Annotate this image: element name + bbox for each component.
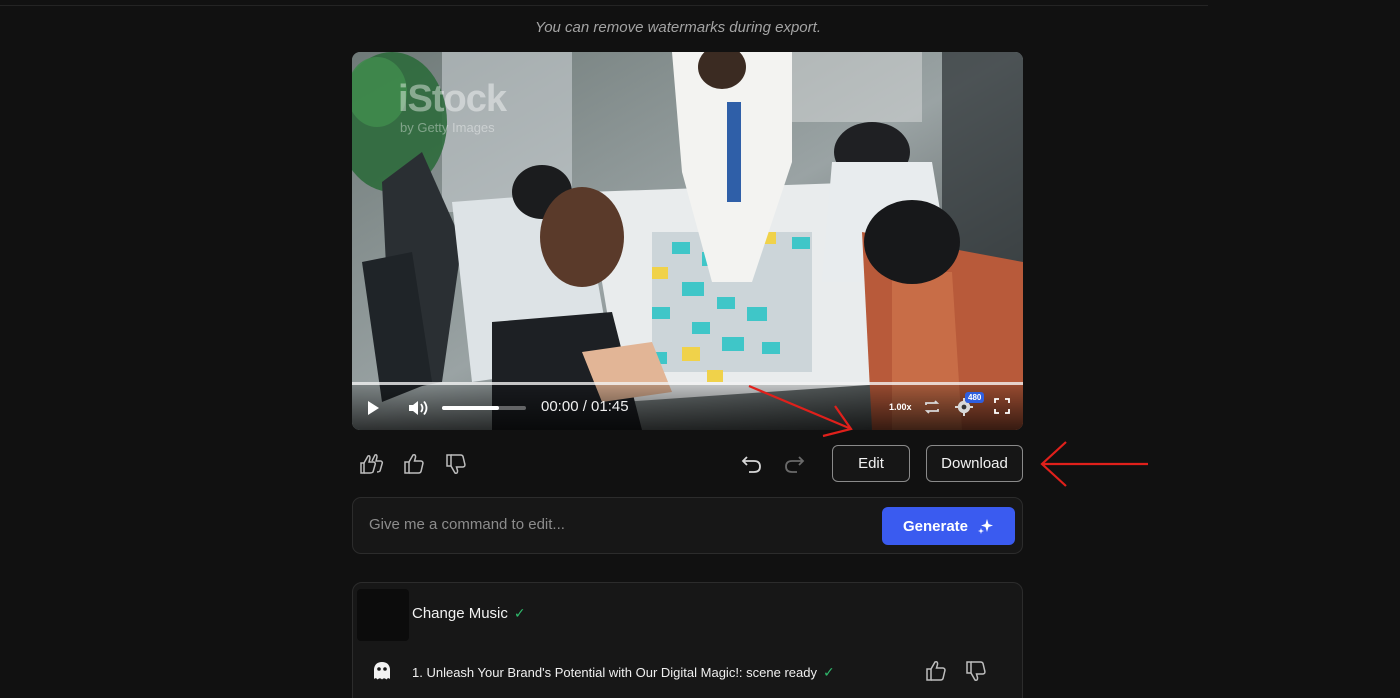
sparkle-icon [978,519,994,534]
bot-icon [374,662,390,680]
scene-status: 1. Unleash Your Brand's Potential with O… [412,664,835,681]
play-icon[interactable] [362,396,384,420]
generate-label: Generate [902,517,969,535]
double-thumbs-up-icon[interactable] [359,452,385,476]
top-divider [0,5,1208,6]
watermark-logo: iStock [398,78,507,120]
watermark-notice: You can remove watermarks during export. [535,19,821,36]
generate-button[interactable]: Generate [882,507,1015,545]
history-title-text: Change Music [412,605,508,622]
watermark-caption: by Getty Images [400,120,495,135]
time-display: 00:00 / 01:45 [541,398,629,415]
download-button[interactable]: Download [926,445,1023,482]
thumbs-down-icon[interactable] [964,660,988,682]
thumbs-down-icon[interactable] [443,452,469,476]
annotation-arrow-left [1040,441,1148,487]
playback-speed[interactable]: 1.00x [889,402,912,412]
thumbs-up-icon[interactable] [924,660,948,682]
edit-button[interactable]: Edit [832,445,910,482]
check-icon: ✓ [822,664,835,680]
history-thumbnail [357,589,409,641]
video-player[interactable]: iStock by Getty Images 00:00 / 01:45 1.0… [352,52,1023,430]
player-controls: 00:00 / 01:45 1.00x 480 [352,382,1023,430]
progress-bar[interactable] [352,382,1023,385]
fullscreen-icon[interactable] [993,397,1011,415]
quality-badge: 480 [965,392,985,403]
action-row: Edit Download [352,444,1023,484]
history-card: Change Music ✓ 1. Unleash Your Brand's Po… [352,582,1023,698]
volume-slider[interactable] [442,406,526,410]
thumbs-up-icon[interactable] [401,452,427,476]
scene-row: 1. Unleash Your Brand's Potential with O… [371,660,1011,684]
redo-icon[interactable] [781,452,807,476]
volume-level [442,406,500,410]
volume-icon[interactable] [406,396,432,420]
undo-icon[interactable] [739,452,765,476]
history-title: Change Music ✓ [412,605,526,622]
loop-icon[interactable] [922,397,942,417]
scene-status-text: 1. Unleash Your Brand's Potential with O… [412,665,817,680]
command-input[interactable] [369,516,849,533]
check-icon: ✓ [513,605,526,621]
command-box: Generate [352,497,1023,554]
